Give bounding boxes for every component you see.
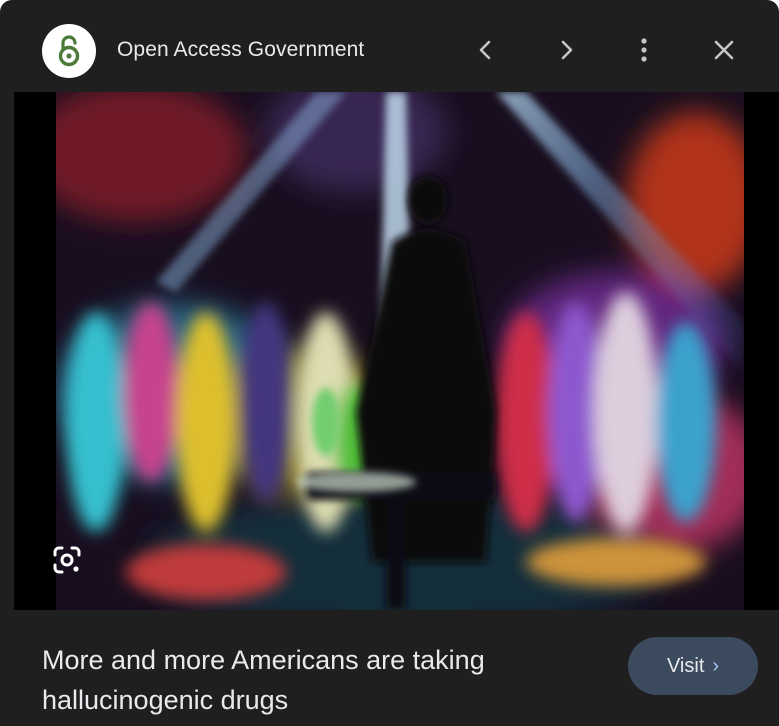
chevron-right-icon — [561, 40, 573, 60]
site-logo[interactable] — [42, 24, 96, 78]
visit-button-label: Visit — [666, 654, 705, 677]
image-preview-panel: Open Access Government More and more Ame… — [0, 0, 779, 726]
next-button[interactable] — [544, 28, 588, 72]
more-vert-icon — [641, 38, 647, 62]
visit-button[interactable]: Visit › — [628, 637, 758, 695]
open-access-lock-icon — [58, 35, 80, 67]
image-caption[interactable]: More and more Americans are taking hallu… — [42, 640, 582, 720]
chevron-left-icon — [479, 40, 491, 60]
close-icon — [714, 40, 734, 60]
chevron-right-icon: › — [712, 654, 720, 677]
close-button[interactable] — [702, 28, 746, 72]
site-name[interactable]: Open Access Government — [117, 36, 364, 64]
google-lens-icon — [53, 546, 81, 574]
more-options-button[interactable] — [622, 28, 666, 72]
preview-photo[interactable] — [56, 92, 744, 610]
previous-button[interactable] — [464, 28, 508, 72]
preview-header: Open Access Government — [0, 0, 779, 92]
google-lens-button[interactable] — [50, 543, 84, 577]
image-viewer — [14, 92, 779, 610]
nightclub-crowd-photo — [56, 92, 744, 610]
